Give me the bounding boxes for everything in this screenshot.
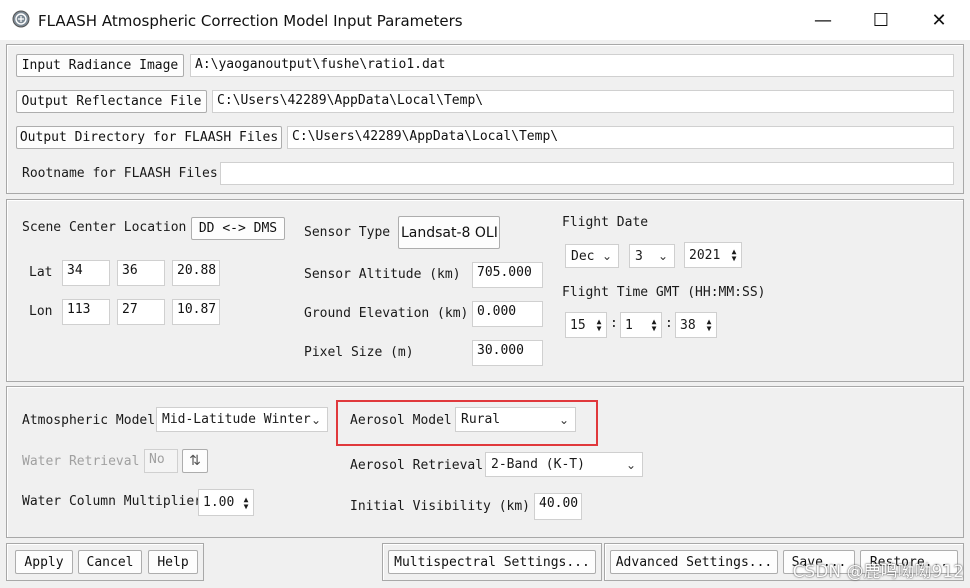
title-bar[interactable]: FLAASH Atmospheric Correction Model Inpu… [0, 0, 970, 40]
window-title: FLAASH Atmospheric Correction Model Inpu… [38, 12, 463, 30]
rootname-field[interactable] [220, 162, 954, 185]
sensor-type-button[interactable]: Landsat-8 OLI [398, 216, 500, 249]
lon-degrees[interactable]: 113 [62, 299, 110, 325]
aerosol-retrieval-value: 2-Band (K-T) [491, 457, 585, 472]
watermark: CSDN @鹿鸣呦呦912 [792, 562, 964, 582]
spin-arrows-icon[interactable]: ▲ ▼ [727, 248, 741, 263]
apply-button[interactable]: Apply [15, 550, 73, 574]
sensor-altitude-field[interactable]: 705.000 [472, 262, 543, 288]
output-reflectance-field[interactable]: C:\Users\42289\AppData\Local\Temp\ [212, 90, 954, 113]
app-icon [12, 10, 30, 28]
aerosol-model-value: Rural [461, 412, 501, 427]
output-reflectance-button[interactable]: Output Reflectance File [16, 90, 207, 113]
aerosol-retrieval-label: Aerosol Retrieval [350, 458, 484, 473]
hour-spinner[interactable]: 15 ▲ ▼ [565, 312, 607, 338]
water-column-spinner[interactable]: 1.00 ▲ ▼ [198, 489, 254, 516]
cancel-button[interactable]: Cancel [78, 550, 142, 574]
water-retrieval-label: Water Retrieval [22, 454, 140, 469]
chevron-down-icon: ⌄ [601, 249, 612, 263]
year-value: 2021 [689, 247, 721, 263]
month-value: Dec [571, 248, 595, 264]
day-value: 3 [635, 248, 643, 264]
pixel-size-field[interactable]: 30.000 [472, 340, 543, 366]
maximize-button[interactable]: ☐ [858, 0, 904, 40]
minimize-button[interactable]: — [800, 0, 846, 40]
aerosol-model-select[interactable]: Rural ⌄ [455, 407, 576, 432]
atmospheric-model-value: Mid-Latitude Winter [162, 412, 311, 427]
day-select[interactable]: 3 ⌄ [629, 244, 675, 268]
input-radiance-button[interactable]: Input Radiance Image [16, 54, 184, 77]
flight-time-label: Flight Time GMT (HH:MM:SS) [562, 285, 766, 300]
chevron-down-icon: ⌄ [625, 457, 636, 472]
water-column-value: 1.00 [203, 495, 235, 510]
lat-degrees[interactable]: 34 [62, 260, 110, 286]
atmospheric-model-label: Atmospheric Model [22, 413, 156, 428]
help-button[interactable]: Help [148, 550, 198, 574]
initial-visibility-field[interactable]: 40.00 [534, 493, 582, 520]
spin-arrows-icon[interactable]: ▲ ▼ [647, 318, 661, 333]
lon-seconds[interactable]: 10.87 [172, 299, 220, 325]
lon-minutes[interactable]: 27 [117, 299, 165, 325]
chevron-down-icon: ⌄ [558, 412, 569, 427]
time-colon: : [665, 316, 673, 331]
dd-dms-button[interactable]: DD <-> DMS [191, 217, 285, 240]
pixel-size-label: Pixel Size (m) [304, 345, 414, 360]
time-colon: : [610, 316, 618, 331]
close-button[interactable]: ✕ [916, 0, 962, 40]
second-value: 38 [680, 317, 696, 333]
lat-seconds[interactable]: 20.88 [172, 260, 220, 286]
atmospheric-model-select[interactable]: Mid-Latitude Winter ⌄ [156, 407, 328, 432]
aerosol-model-label: Aerosol Model [350, 413, 452, 428]
initial-visibility-label: Initial Visibility (km) [350, 499, 531, 514]
month-select[interactable]: Dec ⌄ [565, 244, 619, 268]
spin-arrows-icon[interactable]: ▲ ▼ [592, 318, 606, 333]
year-spinner[interactable]: 2021 ▲ ▼ [684, 242, 742, 268]
ground-elevation-label: Ground Elevation (km) [304, 306, 469, 321]
hour-value: 15 [570, 317, 586, 333]
minute-spinner[interactable]: 1 ▲ ▼ [620, 312, 662, 338]
output-directory-field[interactable]: C:\Users\42289\AppData\Local\Temp\ [287, 126, 954, 149]
ground-elevation-field[interactable]: 0.000 [472, 301, 543, 327]
lat-minutes[interactable]: 36 [117, 260, 165, 286]
spin-arrows-icon[interactable]: ▲ ▼ [239, 495, 253, 510]
rootname-label: Rootname for FLAASH Files [22, 166, 218, 181]
sensor-altitude-label: Sensor Altitude (km) [304, 267, 461, 282]
spin-arrows-icon[interactable]: ▲ ▼ [702, 318, 716, 333]
second-spinner[interactable]: 38 ▲ ▼ [675, 312, 717, 338]
scene-center-label: Scene Center Location [22, 220, 187, 235]
chevron-down-icon: ⌄ [310, 412, 321, 427]
aerosol-retrieval-select[interactable]: 2-Band (K-T) ⌄ [485, 452, 643, 477]
flight-date-label: Flight Date [562, 215, 649, 230]
multispectral-settings-button[interactable]: Multispectral Settings... [388, 550, 596, 574]
minute-value: 1 [625, 317, 633, 333]
output-directory-button[interactable]: Output Directory for FLAASH Files [16, 126, 282, 149]
water-retrieval-value: No [144, 449, 178, 473]
lon-label: Lon [29, 304, 53, 319]
toggle-arrows-icon[interactable]: ⇅ [182, 449, 208, 473]
chevron-down-icon: ⌄ [657, 249, 668, 263]
advanced-settings-button[interactable]: Advanced Settings... [610, 550, 778, 574]
input-radiance-field[interactable]: A:\yaoganoutput\fushe\ratio1.dat [190, 54, 954, 77]
water-column-label: Water Column Multiplier [22, 494, 203, 509]
lat-label: Lat [29, 265, 53, 280]
sensor-type-label: Sensor Type [304, 225, 391, 240]
